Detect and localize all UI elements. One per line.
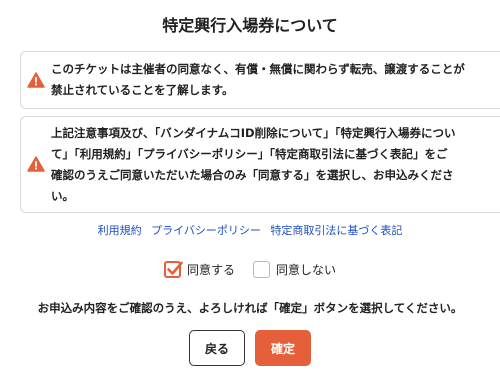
- back-button[interactable]: 戻る: [189, 330, 245, 366]
- checkmark-icon: [167, 261, 183, 275]
- terms-link[interactable]: 利用規約: [98, 224, 142, 237]
- consent-options: 同意する 同意しない: [0, 261, 500, 278]
- page-title: 特定興行入場券について: [162, 16, 338, 35]
- notice-line: 上記注意事項及び、「バンダイナムコID削除について」「特定興行入場券につい: [51, 126, 456, 140]
- commerce-law-link[interactable]: 特定商取引法に基づく表記: [270, 224, 402, 237]
- disagree-checkbox[interactable]: [253, 261, 270, 278]
- notice-line: このチケットは主催者の同意なく、有償・無償に関わらず転売、譲渡することが: [51, 62, 465, 76]
- agree-checkbox[interactable]: [163, 261, 183, 278]
- action-buttons: 戻る 確定: [0, 330, 500, 366]
- notice-line: 禁止されていることを了解します。: [51, 83, 234, 97]
- disagree-label: 同意しない: [276, 263, 337, 277]
- agree-label: 同意する: [186, 263, 235, 277]
- agree-option[interactable]: 同意する: [163, 261, 235, 278]
- confirm-message: お申込み内容をご確認のうえ、よろしければ「確定」ボタンを選択してください。: [37, 301, 463, 315]
- warning-icon: [27, 72, 45, 88]
- notice-line: 確認のうえご同意いただいた場合のみ「同意する」を選択し、お申込みくださ: [51, 168, 454, 182]
- notice-line: い。: [51, 189, 74, 203]
- resale-notice: このチケットは主催者の同意なく、有償・無償に関わらず転売、譲渡することが 禁止さ…: [20, 51, 500, 109]
- policy-links: 利用規約 プライバシーポリシー 特定商取引法に基づく表記: [0, 222, 500, 238]
- warning-icon: [27, 156, 45, 172]
- confirm-button[interactable]: 確定: [255, 330, 311, 366]
- privacy-policy-link[interactable]: プライバシーポリシー: [151, 224, 261, 237]
- notice-line: て」「利用規約」「プライバシーポリシー」「特定商取引法に基づく表記」をご: [51, 147, 448, 161]
- agreement-notice-text: 上記注意事項及び、「バンダイナムコID削除について」「特定興行入場券につい て」…: [51, 123, 494, 207]
- disagree-option[interactable]: 同意しない: [253, 261, 336, 278]
- agreement-notice: 上記注意事項及び、「バンダイナムコID削除について」「特定興行入場券につい て」…: [20, 116, 500, 213]
- resale-notice-text: このチケットは主催者の同意なく、有償・無償に関わらず転売、譲渡することが 禁止さ…: [51, 59, 494, 101]
